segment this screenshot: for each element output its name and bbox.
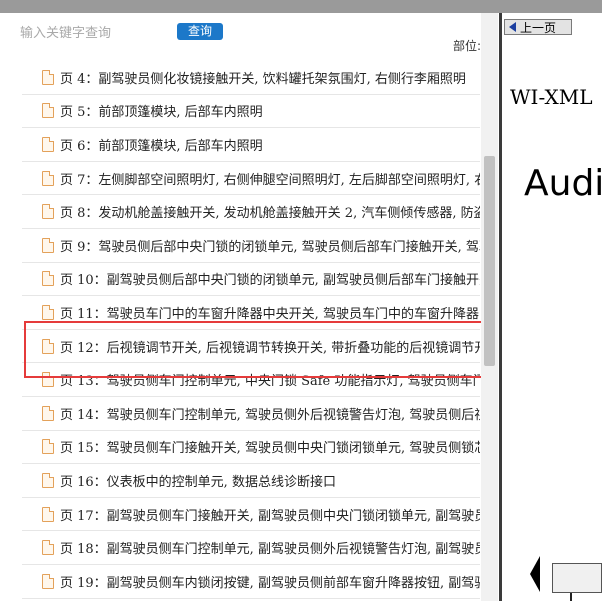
scroll-thumb[interactable] <box>484 156 495 366</box>
part-label: 部位: <box>453 39 482 53</box>
previous-page-label: 上一页 <box>520 20 557 35</box>
arrow-left-icon <box>509 22 516 32</box>
document-icon <box>42 204 54 220</box>
list-item-label: 页 12：后视镜调节开关, 后视镜调节转换开关, 带折叠功能的后视镜调节开 <box>60 340 480 356</box>
list-item[interactable]: 页 8：发动机舱盖接触开关, 发动机舱盖接触开关 2, 汽车侧倾传感器, 防盗装 <box>22 195 480 229</box>
result-list-pane: 查询 部位: 页 4：副驾驶员侧化妆镜接触开关, 饮料罐托架氛围灯, 右侧行李厢… <box>0 13 500 601</box>
list-item[interactable]: 页 14：驾驶员侧车门控制单元, 驾驶员侧外后视镜警告灯泡, 驾驶员侧后视 <box>22 397 480 431</box>
document-viewer: 上一页 WI-XML Audi <box>502 13 602 601</box>
document-icon <box>42 573 54 589</box>
list-item[interactable]: 页 10：副驾驶员侧后部中央门锁的闭锁单元, 副驾驶员侧后部车门接触开关 <box>22 263 480 297</box>
page-result-list: 页 4：副驾驶员侧化妆镜接触开关, 饮料罐托架氛围灯, 右侧行李厢照明 页 5：… <box>22 61 480 599</box>
list-item[interactable]: 页 11：驾驶员车门中的车窗升降器中央开关, 驾驶员车门中的车窗升降器 <box>22 296 480 330</box>
list-item-label: 页 19：副驾驶员侧车内锁闭按键, 副驾驶员侧前部车窗升降器按钮, 副驾驶 <box>60 575 480 591</box>
document-code: WI-XML <box>510 85 593 109</box>
document-icon <box>42 472 54 488</box>
list-item-label: 页 15：驾驶员侧车门接触开关, 驾驶员侧中央门锁闭锁单元, 驾驶员侧锁芯 <box>60 441 480 457</box>
top-bar <box>0 0 602 13</box>
search-input[interactable] <box>18 23 168 43</box>
document-icon <box>42 170 54 186</box>
list-item-label: 页 18：副驾驶员侧车门控制单元, 副驾驶员侧外后视镜警告灯泡, 副驾驶员 <box>60 542 480 558</box>
list-item-label: 页 7：左侧脚部空间照明灯, 右侧伸腿空间照明灯, 左后脚部空间照明灯, 右 <box>60 172 480 188</box>
list-item-label: 页 9：驾驶员侧后部中央门锁的闭锁单元, 驾驶员侧后部车门接触开关, 驾驶 <box>60 239 480 255</box>
list-item[interactable]: 页 16：仪表板中的控制单元, 数据总线诊断接口 <box>22 464 480 498</box>
query-button[interactable]: 查询 <box>177 23 223 40</box>
list-item-label: 页 5：前部顶篷模块, 后部车内照明 <box>60 105 263 121</box>
document-icon <box>42 271 54 287</box>
list-item[interactable]: 页 9：驾驶员侧后部中央门锁的闭锁单元, 驾驶员侧后部车门接触开关, 驾驶 <box>22 229 480 263</box>
list-item[interactable]: 页 15：驾驶员侧车门接触开关, 驾驶员侧中央门锁闭锁单元, 驾驶员侧锁芯 <box>22 431 480 465</box>
document-icon <box>42 405 54 421</box>
list-item[interactable]: 页 5：前部顶篷模块, 后部车内照明 <box>22 95 480 129</box>
document-icon <box>42 103 54 119</box>
document-icon <box>42 439 54 455</box>
document-icon <box>42 237 54 253</box>
document-icon <box>42 338 54 354</box>
document-icon <box>42 540 54 556</box>
list-item[interactable]: 页 6：前部顶篷模块, 后部车内照明 <box>22 128 480 162</box>
arrow-left-icon <box>530 556 540 592</box>
document-icon <box>42 372 54 388</box>
search-bar: 查询 部位: <box>0 13 481 53</box>
document-icon <box>42 304 54 320</box>
brand-title: Audi <box>524 163 602 204</box>
list-item-label: 页 6：前部顶篷模块, 后部车内照明 <box>60 138 263 154</box>
previous-page-button[interactable]: 上一页 <box>504 19 572 35</box>
list-item-selected[interactable]: 页 12：后视镜调节开关, 后视镜调节转换开关, 带折叠功能的后视镜调节开 <box>22 330 480 364</box>
list-item[interactable]: 页 17：副驾驶员侧车门接触开关, 副驾驶员侧中央门锁闭锁单元, 副驾驶员 <box>22 498 480 532</box>
list-item-label: 页 14：驾驶员侧车门控制单元, 驾驶员侧外后视镜警告灯泡, 驾驶员侧后视 <box>60 407 480 423</box>
document-icon <box>42 506 54 522</box>
list-item-label: 页 8：发动机舱盖接触开关, 发动机舱盖接触开关 2, 汽车侧倾传感器, 防盗装 <box>60 206 480 222</box>
list-item[interactable]: 页 13：驾驶员侧车门控制单元, 中央门锁 Safe 功能指示灯, 驾驶员侧车门… <box>22 363 480 397</box>
diagram-line <box>570 593 572 601</box>
diagram-box <box>552 563 602 593</box>
document-icon <box>42 69 54 85</box>
list-item-label: 页 16：仪表板中的控制单元, 数据总线诊断接口 <box>60 474 336 490</box>
list-item-label: 页 17：副驾驶员侧车门接触开关, 副驾驶员侧中央门锁闭锁单元, 副驾驶员 <box>60 508 480 524</box>
list-item-label: 页 4：副驾驶员侧化妆镜接触开关, 饮料罐托架氛围灯, 右侧行李厢照明 <box>60 71 466 87</box>
list-item-label: 页 10：副驾驶员侧后部中央门锁的闭锁单元, 副驾驶员侧后部车门接触开关 <box>60 273 480 289</box>
list-item[interactable]: 页 18：副驾驶员侧车门控制单元, 副驾驶员侧外后视镜警告灯泡, 副驾驶员 <box>22 531 480 565</box>
list-item[interactable]: 页 19：副驾驶员侧车内锁闭按键, 副驾驶员侧前部车窗升降器按钮, 副驾驶 <box>22 565 480 599</box>
document-icon <box>42 136 54 152</box>
list-item[interactable]: 页 4：副驾驶员侧化妆镜接触开关, 饮料罐托架氛围灯, 右侧行李厢照明 <box>22 61 480 95</box>
vertical-scrollbar[interactable] <box>481 13 498 601</box>
list-item-label: 页 13：驾驶员侧车门控制单元, 中央门锁 Safe 功能指示灯, 驾驶员侧车门… <box>60 374 480 390</box>
list-item-label: 页 11：驾驶员车门中的车窗升降器中央开关, 驾驶员车门中的车窗升降器 <box>60 306 479 322</box>
list-item[interactable]: 页 7：左侧脚部空间照明灯, 右侧伸腿空间照明灯, 左后脚部空间照明灯, 右 <box>22 162 480 196</box>
